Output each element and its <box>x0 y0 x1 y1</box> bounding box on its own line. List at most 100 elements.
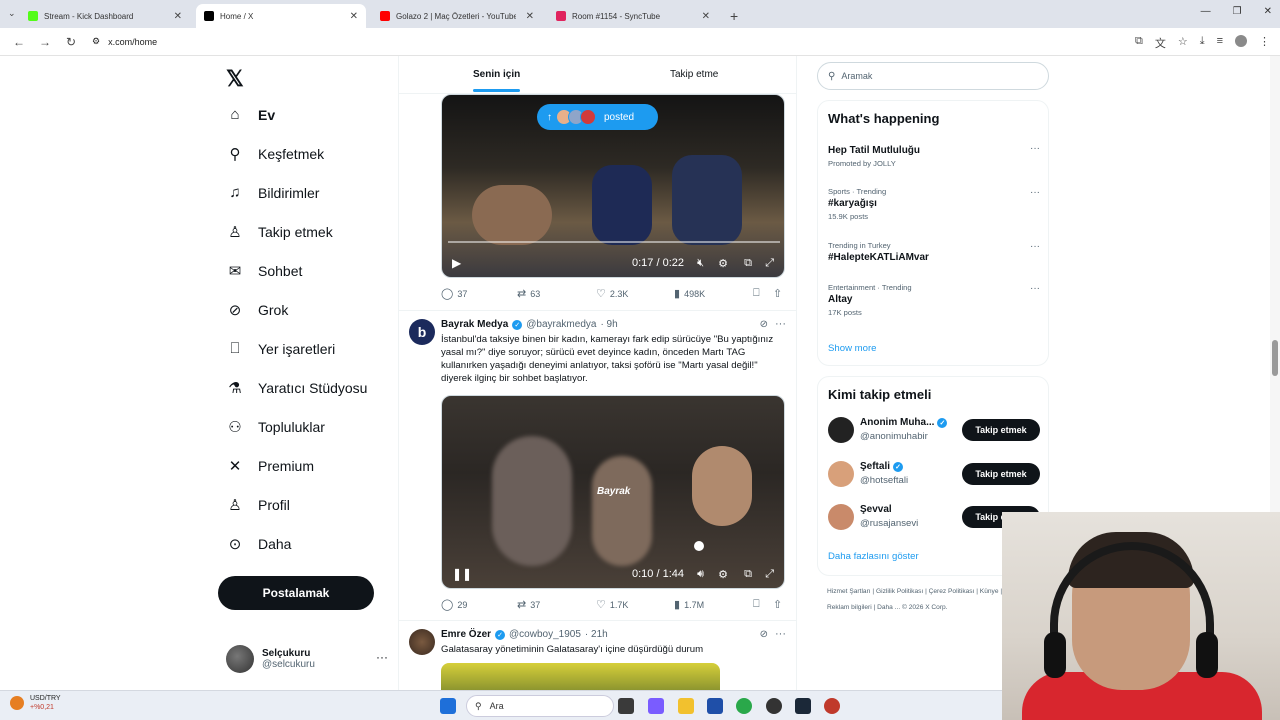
profile-avatar[interactable] <box>1235 35 1247 47</box>
chrome-icon[interactable] <box>736 698 752 714</box>
app-icon[interactable] <box>766 698 782 714</box>
suggestion-name[interactable]: Şevval <box>860 504 892 515</box>
nav-item[interactable]: ✉ Sohbet <box>226 262 303 280</box>
nav-item[interactable]: ⊙ Daha <box>226 535 292 553</box>
star-icon[interactable]: ☆ <box>1178 35 1188 51</box>
forward-icon[interactable]: → <box>38 35 52 49</box>
settings-icon[interactable]: ⚙ <box>718 257 728 270</box>
author-name[interactable]: Bayrak Medya <box>441 319 508 330</box>
maximize-icon[interactable]: ❐ <box>1233 6 1242 17</box>
scrollbar-thumb[interactable] <box>1272 340 1278 376</box>
video-progress[interactable] <box>448 241 780 243</box>
author-handle[interactable]: @bayrakmedya <box>526 319 596 330</box>
more-icon[interactable]: ··· <box>775 628 786 640</box>
play-icon[interactable]: ▶ <box>452 256 461 270</box>
views-button[interactable]: ▮ 498K <box>674 287 705 300</box>
follow-suggestion[interactable]: Anonim Muha... ✓ @anonimuhabir Takip etmek <box>828 415 1040 449</box>
tweet[interactable]: b Bayrak Medya ✓ @bayrakmedya · 9h ⊘ ···… <box>399 310 796 620</box>
minimize-icon[interactable]: — <box>1201 6 1211 17</box>
share-button[interactable]: ⇧ <box>773 287 782 300</box>
repost-button[interactable]: ⇄ 63 <box>517 287 540 300</box>
store-icon[interactable] <box>707 698 723 714</box>
like-button[interactable]: ♡ 1.7K <box>596 598 628 611</box>
back-icon[interactable]: ← <box>12 35 26 49</box>
nav-item[interactable]: ⎕ Yer işaretleri <box>226 340 335 357</box>
extensions-icon[interactable]: ≡ <box>1217 35 1223 51</box>
post-button[interactable]: Postalamak <box>218 576 374 610</box>
browser-tab[interactable]: Golazo 2 | Maç Özetleri - YouTube ✕ <box>372 4 542 28</box>
close-tab-icon[interactable]: ✕ <box>526 11 534 22</box>
page-scrollbar[interactable] <box>1270 56 1280 512</box>
search-input[interactable]: ⚲ Aramak <box>817 62 1049 90</box>
mute-icon[interactable]: 🔇︎ <box>697 257 704 270</box>
follow-button[interactable]: Takip etmek <box>962 419 1040 441</box>
fullscreen-icon[interactable]: ⤢ <box>765 568 774 581</box>
avatar[interactable] <box>409 629 435 655</box>
browser-tab[interactable]: Stream - Kick Dashboard ✕ <box>20 4 190 28</box>
pause-icon[interactable]: ❚❚ <box>452 567 472 581</box>
follow-button[interactable]: Takip etmek <box>962 463 1040 485</box>
url-field[interactable]: ⚙ x.com/home <box>92 36 157 47</box>
trend-item[interactable]: Sports · Trending #karyağışı 15.9K posts ··… <box>828 187 1040 221</box>
nav-item[interactable]: ⌂ Ev <box>226 106 275 123</box>
more-icon[interactable]: ··· <box>775 318 786 330</box>
url-text[interactable]: x.com/home <box>108 37 157 47</box>
trend-item[interactable]: Hep Tatil Mutluluğu Promoted by JOLLY ··· <box>828 143 1040 168</box>
avatar[interactable] <box>828 504 854 530</box>
author-handle[interactable]: @cowboy_1905 <box>509 629 581 640</box>
trend-item[interactable]: Entertainment · Trending Altay 17K posts ··… <box>828 283 1040 317</box>
app-icon[interactable] <box>824 698 840 714</box>
more-icon[interactable]: ··· <box>376 650 388 664</box>
file-explorer-icon[interactable] <box>678 698 694 714</box>
account-switcher[interactable]: Selçukuru @selcukuru ··· <box>226 644 388 674</box>
more-icon[interactable]: ··· <box>1030 241 1040 252</box>
avatar[interactable] <box>828 461 854 487</box>
tweet-time[interactable]: · 21h <box>585 629 608 640</box>
tweet[interactable]: Emre Özer ✓ @cowboy_1905 · 21h ⊘ ··· Gal… <box>399 620 796 690</box>
grok-icon[interactable]: ⊘ <box>760 319 768 330</box>
nav-item[interactable]: ⚲ Keşfetmek <box>226 145 325 163</box>
nav-item[interactable]: ⚗ Yaratıcı Stüdyosu <box>226 379 367 397</box>
tab-following[interactable]: Takip etme <box>670 69 718 80</box>
more-icon[interactable]: ··· <box>1030 143 1040 154</box>
nav-item[interactable]: ⚇ Topluluklar <box>226 418 325 436</box>
volume-icon[interactable]: 🔊︎ <box>697 568 704 581</box>
nav-item[interactable]: ⊘ Grok <box>226 301 289 319</box>
avatar[interactable]: b <box>409 319 435 345</box>
trend-item[interactable]: Trending in Turkey #HaleptеKATLiAMvar ··· <box>828 241 1040 263</box>
tab-for-you[interactable]: Senin için <box>473 69 520 80</box>
nav-item[interactable]: ♙ Profil <box>226 496 290 514</box>
bookmark-button[interactable]: ⎕ <box>753 287 760 300</box>
bookmark-button[interactable]: ⎕ <box>753 598 760 611</box>
download-icon[interactable]: ⤓ <box>1200 35 1205 51</box>
ticker-widget[interactable]: USD/TRY +%0,21 <box>10 694 61 712</box>
volume-slider-knob[interactable] <box>694 541 704 551</box>
author-name[interactable]: Emre Özer <box>441 629 491 640</box>
close-tab-icon[interactable]: ✕ <box>702 11 710 22</box>
more-icon[interactable]: ··· <box>1030 283 1040 294</box>
close-tab-icon[interactable]: ✕ <box>350 11 358 22</box>
copilot-icon[interactable] <box>648 698 664 714</box>
x-logo-icon[interactable]: 𝕏 <box>226 66 244 92</box>
close-tab-icon[interactable]: ✕ <box>174 11 182 22</box>
reply-button[interactable]: ◯ 29 <box>441 598 467 611</box>
suggestion-name[interactable]: Şeftali <box>860 461 890 472</box>
new-tab-button[interactable]: + <box>730 8 738 24</box>
tab-search-icon[interactable]: ⌄ <box>8 8 16 19</box>
nav-item[interactable]: ♙ Takip etmek <box>226 223 332 241</box>
menu-icon[interactable]: ⋮ <box>1259 35 1270 51</box>
video-player[interactable]: Bayrak ❚❚ 0:10 / 1:44 🔊︎ ⚙ ⧉ ⤢ <box>441 395 785 589</box>
task-view-icon[interactable] <box>618 698 634 714</box>
taskbar-search[interactable]: ⚲ Ara <box>466 695 614 717</box>
reload-icon[interactable]: ↻ <box>64 35 78 49</box>
windows-start-icon[interactable] <box>440 698 456 714</box>
views-button[interactable]: ▮ 1.7M <box>674 598 704 611</box>
pip-icon[interactable]: ⧉ <box>744 568 752 581</box>
steam-icon[interactable] <box>795 698 811 714</box>
repost-button[interactable]: ⇄ 37 <box>517 598 540 611</box>
pip-icon[interactable]: ⧉ <box>744 257 752 270</box>
screen-icon[interactable]: ⧉ <box>1135 35 1143 51</box>
site-info-icon[interactable]: ⚙ <box>92 36 100 47</box>
browser-tab[interactable]: Room #1154 - SyncTube ✕ <box>548 4 718 28</box>
more-icon[interactable]: ··· <box>1030 187 1040 198</box>
